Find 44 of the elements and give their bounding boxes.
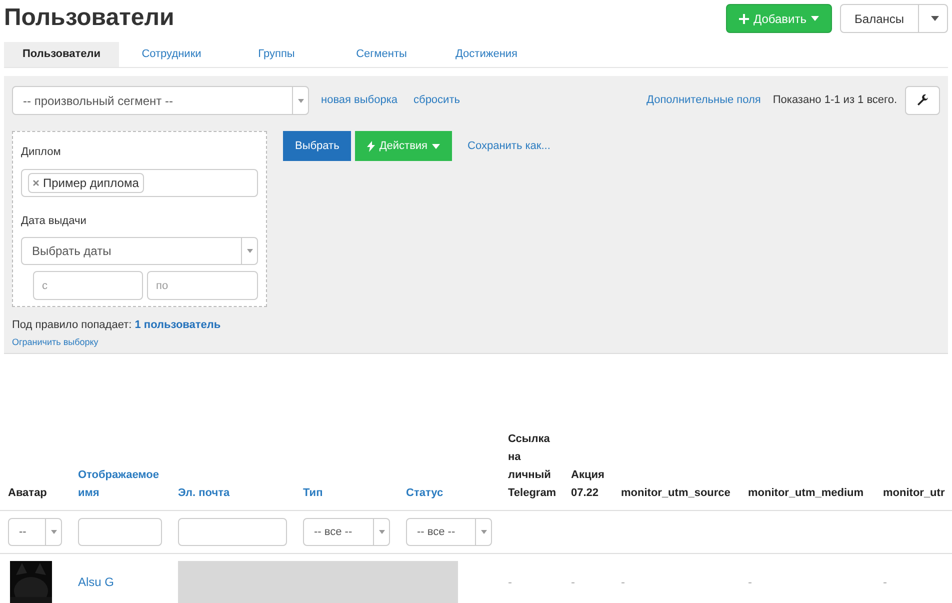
table-cell: - <box>508 575 512 589</box>
column-header: monitor_utm_source <box>621 486 732 501</box>
table-cell: - <box>748 575 752 589</box>
table-cell: - <box>883 575 887 589</box>
tab[interactable]: Сотрудники <box>119 42 224 67</box>
column-header: Ссылка на личный Telegram <box>508 432 555 501</box>
date-select[interactable]: Выбрать даты <box>21 237 258 265</box>
limit-selection-link[interactable]: Ограничить выборку <box>12 336 940 349</box>
field-label: Диплом <box>21 145 62 160</box>
sort-link[interactable]: Эл. почта <box>178 484 287 502</box>
sort-link[interactable]: Тип <box>303 484 390 502</box>
column-header: Акция 07.22 <box>571 468 605 501</box>
column-header: Аватар <box>8 486 48 501</box>
date-from-field[interactable]: с <box>33 271 143 300</box>
reset-link[interactable]: сбросить <box>414 92 460 109</box>
save-as-link[interactable]: Сохранить как... <box>468 138 550 154</box>
tab[interactable]: Группы <box>224 42 329 67</box>
tab[interactable]: Пользователи <box>4 42 119 67</box>
extra-fields-link[interactable]: Дополнительные поля <box>646 92 761 109</box>
new-selection-link[interactable]: новая выборка <box>321 92 398 109</box>
shown-count: Показано 1-1 из 1 всего. <box>772 93 897 108</box>
tab[interactable]: Достижения <box>434 42 539 67</box>
sort-link[interactable]: Статус <box>406 484 492 502</box>
field-label: Дата выдачи <box>21 214 88 228</box>
column-filter-select[interactable]: -- <box>8 518 62 546</box>
table-cell: - <box>571 575 575 589</box>
actions-button[interactable]: Действия <box>355 131 452 161</box>
page-title: Пользователи <box>4 3 174 33</box>
sort-link[interactable]: Отображаемое имя <box>78 466 162 502</box>
table-cell: - <box>621 575 625 589</box>
column-filter-select[interactable]: -- все -- <box>406 518 492 546</box>
select-button[interactable]: Выбрать <box>283 131 352 161</box>
segment-select[interactable]: -- произвольный сегмент -- <box>12 86 309 115</box>
tag: Пример диплома <box>28 172 144 192</box>
date-to-field[interactable]: по <box>147 271 258 300</box>
column-filter-select[interactable]: -- все -- <box>303 518 390 546</box>
add-button[interactable]: Добавить <box>726 4 832 33</box>
column-header: monitor_utr <box>883 486 944 501</box>
user-name-link[interactable]: Alsu G <box>78 575 114 589</box>
tab[interactable]: Сегменты <box>329 42 434 67</box>
column-header: monitor_utm_medium <box>748 486 865 501</box>
balances-button[interactable]: Балансы <box>840 5 918 32</box>
match-text: Под правило попадает: 1 пользователь <box>12 318 222 333</box>
diploma-field[interactable]: Пример диплома <box>21 168 258 196</box>
